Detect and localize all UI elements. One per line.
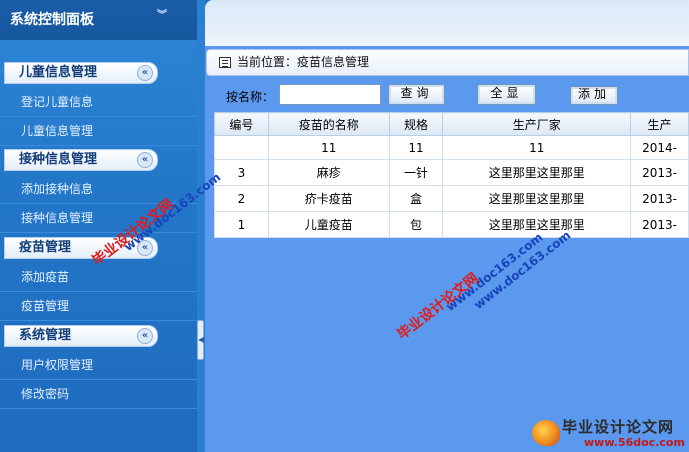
cell-name: 儿童疫苗 [267, 211, 390, 238]
cell-production: 2013- [630, 159, 689, 186]
sidebar-header: 系统控制面板 ︾ [0, 0, 197, 40]
col-header-manufacturer[interactable]: 生产厂家 [442, 112, 632, 136]
cell-production: 2013- [630, 211, 689, 238]
cell-spec: 包 [388, 211, 444, 238]
cell-name: 疥卡疫苗 [267, 185, 390, 212]
menu-item-change-password[interactable]: 修改密码 [0, 380, 197, 409]
top-bar [205, 0, 689, 46]
cell-spec: 盒 [388, 185, 444, 212]
query-button[interactable]: 查询 [388, 84, 445, 105]
brand-logo: 毕业设计论文网 www.56doc.com [522, 414, 689, 452]
search-label: 按名称： [226, 90, 275, 104]
menu-item-register-child[interactable]: 登记儿童信息 [0, 88, 197, 117]
main-content [205, 46, 689, 452]
section-system[interactable]: 系统管理 « [4, 325, 158, 347]
table-row[interactable]: 1 儿童疫苗 包 这里那里这里那里 2013- [214, 211, 689, 238]
cell-spec: 一针 [388, 159, 444, 186]
menu-item-child-manage[interactable]: 儿童信息管理 [0, 117, 197, 146]
collapse-icon[interactable]: « [137, 152, 153, 168]
add-button[interactable]: 添加 [570, 86, 618, 105]
cell-name: 11 [267, 135, 390, 160]
menu-item-vaccine-manage[interactable]: 疫苗管理 [0, 292, 197, 321]
cell-name: 麻疹 [267, 159, 390, 186]
col-header-spec[interactable]: 规格 [388, 112, 444, 136]
cell-id: 2 [214, 185, 269, 212]
cell-production: 2014- [630, 135, 689, 160]
brand-emblem-icon [532, 420, 560, 446]
section-child-info[interactable]: 儿童信息管理 « [4, 62, 158, 84]
collapse-sidebar-handle[interactable]: ◀ [197, 320, 204, 360]
col-header-production[interactable]: 生产 [630, 112, 689, 136]
breadcrumb: 当前位置：疫苗信息管理 [206, 49, 689, 76]
col-header-name[interactable]: 疫苗的名称 [267, 112, 390, 136]
vaccine-table: 编号 疫苗的名称 规格 生产厂家 生产 11 11 11 2014- 3 麻疹 … [214, 112, 689, 238]
show-all-button[interactable]: 全显 [477, 84, 536, 105]
cell-manufacturer: 这里那里这里那里 [442, 159, 632, 186]
collapse-icon[interactable]: « [137, 328, 153, 344]
table-row[interactable]: 11 11 11 2014- [214, 135, 689, 160]
cell-id: 1 [214, 211, 269, 238]
menu-item-user-permission[interactable]: 用户权限管理 [0, 351, 197, 380]
cell-spec: 11 [388, 135, 444, 160]
brand-name: 毕业设计论文网 [562, 418, 675, 436]
cell-manufacturer: 这里那里这里那里 [442, 185, 632, 212]
section-title: 儿童信息管理 [19, 65, 98, 80]
chevron-down-icon[interactable]: ︾ [155, 11, 169, 26]
table-header-row: 编号 疫苗的名称 规格 生产厂家 生产 [214, 112, 689, 136]
cell-production: 2013- [630, 185, 689, 212]
sidebar-title: 系统控制面板 [10, 12, 94, 28]
sidebar: 系统控制面板 ︾ 儿童信息管理 « 登记儿童信息 儿童信息管理 接种信息管理 «… [0, 0, 197, 452]
search-input[interactable] [279, 84, 381, 105]
table-row[interactable]: 2 疥卡疫苗 盒 这里那里这里那里 2013- [214, 185, 689, 212]
brand-url: www.56doc.com [584, 436, 685, 449]
section-title: 接种信息管理 [19, 152, 98, 167]
cell-id [214, 135, 269, 160]
section-title: 疫苗管理 [19, 240, 72, 255]
col-header-id[interactable]: 编号 [214, 112, 269, 136]
table-row[interactable]: 3 麻疹 一针 这里那里这里那里 2013- [214, 159, 689, 186]
document-icon [219, 57, 231, 68]
section-vaccination-info[interactable]: 接种信息管理 « [4, 149, 158, 171]
collapse-icon[interactable]: « [137, 65, 153, 81]
splitter [197, 0, 205, 452]
section-title: 系统管理 [19, 328, 72, 343]
cell-manufacturer: 11 [442, 135, 632, 160]
breadcrumb-text: 当前位置：疫苗信息管理 [237, 55, 370, 69]
